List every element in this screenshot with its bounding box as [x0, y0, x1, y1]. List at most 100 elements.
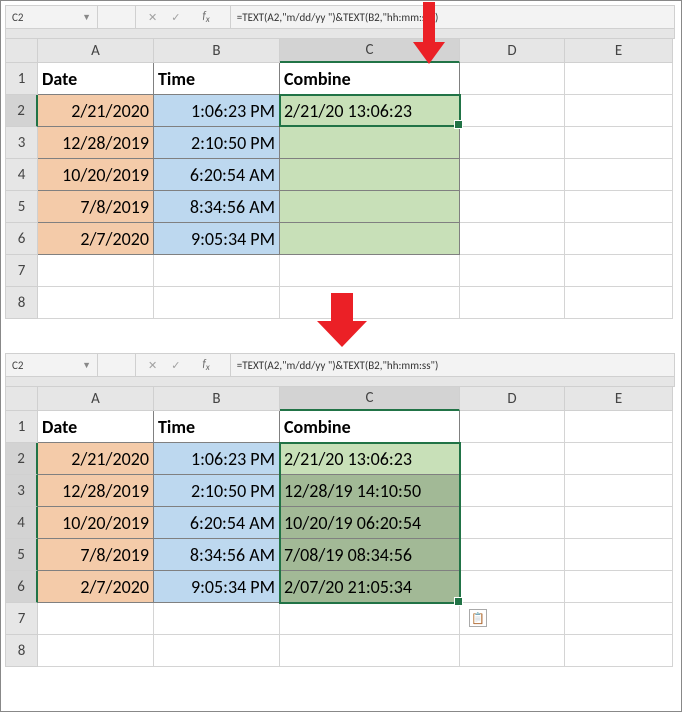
empty-cell[interactable] [460, 507, 565, 539]
confirm-icon[interactable]: ✓ [171, 11, 180, 24]
empty-cell[interactable] [565, 223, 673, 255]
empty-cell[interactable] [38, 255, 154, 287]
data-cell-time[interactable]: 2:10:50 PM [154, 475, 280, 507]
header-cell-combine[interactable]: Combine [280, 63, 460, 95]
empty-cell[interactable] [460, 539, 565, 571]
col-header-b[interactable]: B [154, 39, 280, 63]
formula-bar[interactable]: =TEXT(A2,"m/dd/yy ")&TEXT(B2,"hh:mm:ss") [231, 359, 674, 372]
col-header-b[interactable]: B [154, 387, 280, 411]
empty-cell[interactable] [460, 255, 565, 287]
col-header-a[interactable]: A [38, 39, 154, 63]
empty-cell[interactable] [38, 603, 154, 635]
empty-cell[interactable] [460, 411, 565, 443]
row-header[interactable]: 6 [6, 571, 38, 603]
empty-cell[interactable] [460, 443, 565, 475]
data-cell-date[interactable]: 10/20/2019 [38, 159, 154, 191]
cell-grid[interactable]: A B C D E 1 Date Time Combine 2 2/21/202… [5, 39, 675, 319]
empty-cell[interactable] [565, 411, 673, 443]
row-header[interactable]: 1 [6, 411, 38, 443]
header-cell-date[interactable]: Date [38, 411, 154, 443]
header-cell-time[interactable]: Time [154, 411, 280, 443]
empty-cell[interactable] [280, 635, 460, 667]
data-cell-time[interactable]: 6:20:54 AM [154, 507, 280, 539]
empty-cell[interactable] [460, 571, 565, 603]
empty-cell[interactable] [565, 507, 673, 539]
data-cell-combine[interactable]: 2/07/20 21:05:34 [280, 571, 460, 603]
empty-cell[interactable] [460, 159, 565, 191]
data-cell-date[interactable]: 2/7/2020 [38, 223, 154, 255]
header-cell-date[interactable]: Date [38, 63, 154, 95]
data-cell-time[interactable]: 1:06:23 PM [154, 443, 280, 475]
data-cell-date[interactable]: 2/7/2020 [38, 571, 154, 603]
header-cell-combine[interactable]: Combine [280, 411, 460, 443]
row-header[interactable]: 5 [6, 539, 38, 571]
empty-cell[interactable] [460, 223, 565, 255]
data-cell-time[interactable]: 8:34:56 AM [154, 539, 280, 571]
empty-cell[interactable] [565, 635, 673, 667]
empty-cell[interactable] [565, 475, 673, 507]
data-cell-combine[interactable] [280, 191, 460, 223]
empty-cell[interactable] [38, 287, 154, 319]
empty-cell[interactable] [565, 603, 673, 635]
data-cell-date[interactable]: 2/21/2020 [38, 95, 154, 127]
empty-cell[interactable] [460, 191, 565, 223]
name-box[interactable]: C2 ▼ [6, 354, 98, 376]
empty-cell[interactable] [565, 159, 673, 191]
data-cell-combine[interactable]: 10/20/19 06:20:54 [280, 507, 460, 539]
empty-cell[interactable] [565, 191, 673, 223]
data-cell-date[interactable]: 7/8/2019 [38, 539, 154, 571]
data-cell-time[interactable]: 2:10:50 PM [154, 127, 280, 159]
data-cell-time[interactable]: 9:05:34 PM [154, 223, 280, 255]
row-header[interactable]: 3 [6, 475, 38, 507]
data-cell-combine[interactable]: 2/21/20 13:06:23 [280, 443, 460, 475]
data-cell-combine[interactable]: 7/08/19 08:34:56 [280, 539, 460, 571]
autofill-options-icon[interactable]: 📋 [469, 609, 487, 627]
data-cell-time[interactable]: 6:20:54 AM [154, 159, 280, 191]
data-cell-combine[interactable] [280, 223, 460, 255]
data-cell-date[interactable]: 2/21/2020 [38, 443, 154, 475]
empty-cell[interactable] [154, 635, 280, 667]
col-header-e[interactable]: E [565, 39, 673, 63]
row-header[interactable]: 8 [6, 287, 38, 319]
empty-cell[interactable] [460, 127, 565, 159]
empty-cell[interactable] [460, 287, 565, 319]
cell-grid[interactable]: A B C D E 1 Date Time Combine 2 2/21/202… [5, 387, 675, 667]
formula-bar[interactable]: =TEXT(A2,"m/dd/yy ")&TEXT(B2,"hh:mm:ss") [231, 11, 674, 24]
data-cell-combine[interactable]: 2/21/20 13:06:23 [280, 95, 460, 127]
row-header[interactable]: 3 [6, 127, 38, 159]
data-cell-combine[interactable]: 12/28/19 14:10:50 [280, 475, 460, 507]
data-cell-time[interactable]: 9:05:34 PM [154, 571, 280, 603]
empty-cell[interactable] [460, 475, 565, 507]
empty-cell[interactable] [565, 255, 673, 287]
empty-cell[interactable] [565, 127, 673, 159]
data-cell-combine[interactable] [280, 127, 460, 159]
empty-cell[interactable] [460, 95, 565, 127]
data-cell-date[interactable]: 12/28/2019 [38, 127, 154, 159]
col-header-d[interactable]: D [460, 39, 565, 63]
data-cell-date[interactable]: 10/20/2019 [38, 507, 154, 539]
row-header[interactable]: 4 [6, 507, 38, 539]
fx-icon[interactable]: fx [194, 357, 217, 373]
row-header[interactable]: 2 [6, 95, 38, 127]
empty-cell[interactable] [565, 63, 673, 95]
empty-cell[interactable] [565, 287, 673, 319]
col-header-e[interactable]: E [565, 387, 673, 411]
empty-cell[interactable] [280, 255, 460, 287]
data-cell-date[interactable]: 12/28/2019 [38, 475, 154, 507]
data-cell-combine[interactable] [280, 159, 460, 191]
name-box[interactable]: C2 ▼ [6, 6, 98, 28]
data-cell-time[interactable]: 8:34:56 AM [154, 191, 280, 223]
cancel-icon[interactable]: ✕ [148, 359, 157, 372]
row-header[interactable]: 8 [6, 635, 38, 667]
data-cell-date[interactable]: 7/8/2019 [38, 191, 154, 223]
empty-cell[interactable] [565, 95, 673, 127]
empty-cell[interactable] [154, 255, 280, 287]
col-header-a[interactable]: A [38, 387, 154, 411]
row-header[interactable]: 1 [6, 63, 38, 95]
empty-cell[interactable] [460, 63, 565, 95]
empty-cell[interactable] [38, 635, 154, 667]
empty-cell[interactable] [565, 539, 673, 571]
empty-cell[interactable] [280, 603, 460, 635]
row-header[interactable]: 7 [6, 255, 38, 287]
empty-cell[interactable] [565, 571, 673, 603]
